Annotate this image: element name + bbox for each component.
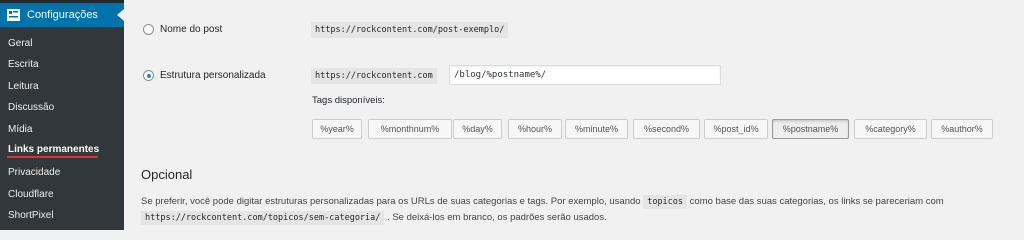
tag-category[interactable]: %category%: [854, 119, 927, 139]
sidebar-item-discussao[interactable]: Discussão: [8, 101, 54, 115]
sidebar-item-escrita[interactable]: Escrita: [8, 58, 39, 72]
sidebar-item-leitura[interactable]: Leitura: [8, 80, 39, 94]
tag-post-id[interactable]: %post_id%: [704, 119, 768, 139]
menu-settings[interactable]: Configurações: [0, 3, 124, 27]
tag-second[interactable]: %second%: [633, 119, 700, 139]
sidebar-item-privacidade[interactable]: Privacidade: [8, 166, 60, 180]
tag-monthnum[interactable]: %monthnum%: [368, 119, 452, 139]
tag-hour[interactable]: %hour%: [508, 119, 562, 139]
tag-minute[interactable]: %minute%: [565, 119, 628, 139]
optional-code-topicos: topicos: [643, 195, 688, 209]
post-name-label: Nome do post: [160, 24, 223, 35]
post-name-example: https://rockcontent.com/post-exemplo/: [311, 22, 509, 38]
radio-custom-structure[interactable]: [143, 70, 154, 81]
radio-post-name[interactable]: [143, 24, 154, 35]
optional-description-line-1: Se preferir, você pode digitar estrutura…: [141, 195, 944, 209]
sidebar-item-midia[interactable]: Mídia: [8, 123, 32, 137]
main-content: Nome do post https://rockcontent.com/pos…: [124, 0, 1024, 230]
sidebar-item-cloudflare[interactable]: Cloudflare: [8, 188, 54, 202]
custom-structure-base: https://rockcontent.com: [311, 68, 437, 84]
tag-author[interactable]: %author%: [931, 119, 993, 139]
sidebar-item-geral[interactable]: Geral: [8, 37, 32, 51]
sidebar-item-links-permanentes[interactable]: Links permanentes: [8, 143, 99, 157]
sidebar-item-shortpixel[interactable]: ShortPixel: [8, 209, 54, 223]
menu-settings-label: Configurações: [27, 9, 98, 21]
available-tags-label: Tags disponíveis:: [312, 95, 385, 106]
tag-postname[interactable]: %postname%: [772, 119, 849, 139]
optional-description-line-2: https://rockcontent.com/topicos/sem-cate…: [141, 211, 607, 225]
optional-code-example-url: https://rockcontent.com/topicos/sem-cate…: [141, 211, 385, 225]
tag-year[interactable]: %year%: [312, 119, 362, 139]
optional-text-3: . Se deixá-los em branco, os padrões ser…: [387, 212, 607, 223]
optional-heading: Opcional: [141, 167, 193, 182]
current-item-underline: [7, 156, 98, 158]
custom-structure-input[interactable]: /blog/%postname%/: [449, 65, 721, 85]
admin-sidebar: Configurações Geral Escrita Leitura Disc…: [0, 0, 124, 230]
current-menu-arrow: [117, 9, 124, 21]
settings-icon: [7, 9, 20, 21]
tag-day[interactable]: %day%: [453, 119, 502, 139]
optional-text-1: Se preferir, você pode digitar estrutura…: [141, 196, 641, 207]
custom-structure-label: Estrutura personalizada: [160, 70, 266, 81]
optional-text-2: como base das suas categorias, os links …: [689, 196, 944, 207]
